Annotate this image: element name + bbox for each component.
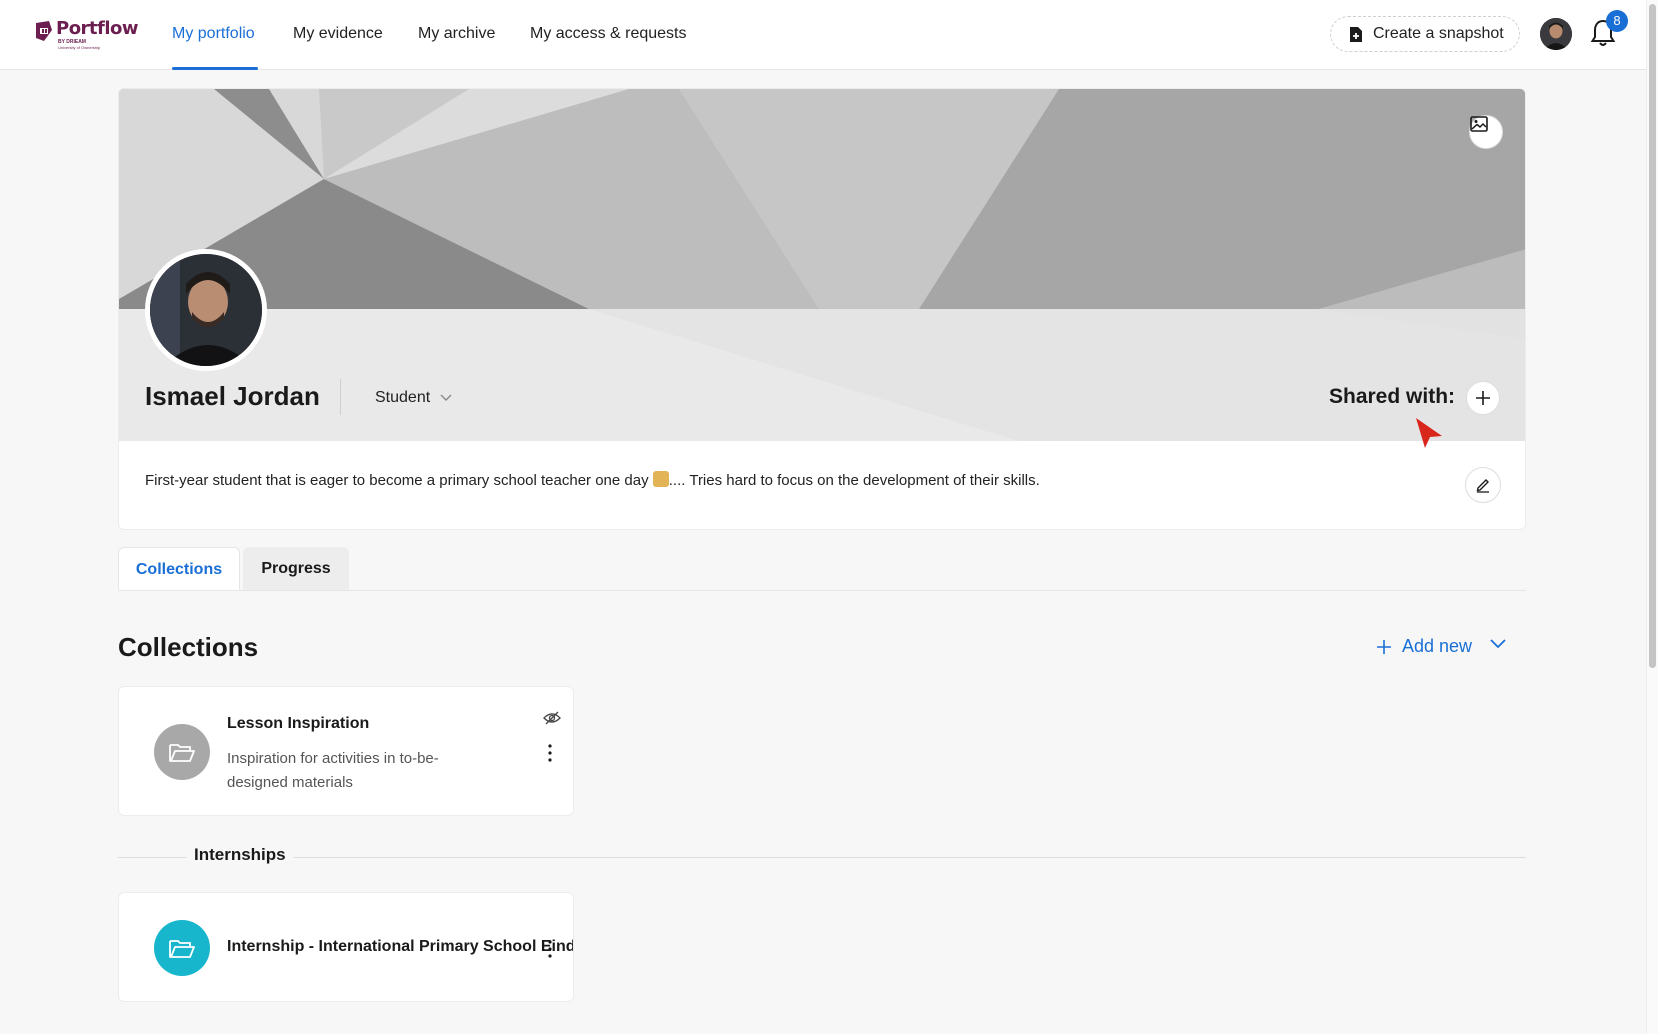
notification-count-badge: 8 bbox=[1606, 10, 1628, 32]
add-new-button[interactable]: Add new bbox=[1376, 636, 1472, 657]
active-nav-indicator bbox=[172, 67, 258, 70]
nav-my-archive[interactable]: My archive bbox=[418, 25, 495, 43]
profile-photo bbox=[150, 254, 262, 366]
add-new-label: Add new bbox=[1402, 636, 1473, 656]
profile-bio-text: First-year student that is eager to beco… bbox=[145, 472, 649, 489]
page-scrollbar-thumb[interactable] bbox=[1649, 4, 1656, 668]
tab-progress[interactable]: Progress bbox=[243, 547, 349, 591]
more-vertical-icon[interactable] bbox=[547, 743, 553, 763]
nav-my-portfolio[interactable]: My portfolio bbox=[172, 25, 255, 43]
plus-icon bbox=[1476, 391, 1490, 405]
tab-collections[interactable]: Collections bbox=[118, 547, 240, 591]
image-icon bbox=[1470, 116, 1488, 132]
folder-badge bbox=[154, 920, 210, 976]
name-divider bbox=[340, 379, 341, 415]
group-divider bbox=[118, 857, 1526, 858]
nav-my-access-requests[interactable]: My access & requests bbox=[530, 25, 687, 43]
collection-title: Lesson Inspiration bbox=[227, 715, 370, 732]
banner-image bbox=[119, 89, 1525, 441]
top-navigation: Portflow BY DRIEAM University of Ownersh… bbox=[0, 0, 1646, 70]
brand-subtagline: University of Ownership bbox=[58, 45, 101, 50]
user-avatar-image bbox=[1540, 18, 1572, 50]
collection-title: Internship - International Primary Schoo… bbox=[227, 938, 574, 955]
tab-divider bbox=[118, 590, 1526, 591]
profile-banner bbox=[119, 89, 1525, 441]
edit-bio-button[interactable] bbox=[1465, 467, 1501, 503]
profile-avatar[interactable] bbox=[145, 249, 267, 371]
user-avatar[interactable] bbox=[1540, 18, 1572, 50]
chevron-down-icon[interactable] bbox=[1490, 638, 1506, 650]
mouse-pointer-icon bbox=[1416, 418, 1442, 448]
eye-off-icon[interactable] bbox=[543, 711, 561, 725]
brand-name: Portflow bbox=[56, 18, 139, 39]
profile-card: Ismael Jordan Student Shared with: First… bbox=[118, 88, 1526, 530]
folder-open-icon bbox=[169, 744, 195, 762]
group-label-internships: Internships bbox=[186, 845, 294, 865]
portflow-logo-mark-icon bbox=[36, 21, 52, 41]
profile-name: Ismael Jordan bbox=[145, 381, 320, 411]
profile-bio: First-year student that is eager to beco… bbox=[145, 471, 1040, 489]
role-select[interactable]: Student bbox=[375, 389, 452, 407]
role-value: Student bbox=[375, 389, 431, 406]
teacher-emoji-icon bbox=[652, 471, 669, 487]
folder-badge bbox=[154, 724, 210, 780]
portflow-logo[interactable]: Portflow BY DRIEAM University of Ownersh… bbox=[34, 18, 139, 50]
create-snapshot-label: Create a snapshot bbox=[1373, 25, 1504, 42]
collections-heading: Collections bbox=[118, 632, 259, 662]
plus-icon bbox=[1377, 639, 1391, 654]
more-vertical-icon[interactable] bbox=[547, 939, 553, 959]
profile-bio-suffix: .... Tries hard to focus on the developm… bbox=[668, 472, 1040, 489]
collection-description: Inspiration for activities in to-be-desi… bbox=[227, 750, 439, 791]
pencil-icon bbox=[1476, 479, 1489, 493]
add-shared-user-button[interactable] bbox=[1466, 381, 1500, 415]
folder-open-icon bbox=[169, 940, 195, 958]
collection-card-internship[interactable]: Internship - International Primary Schoo… bbox=[118, 892, 574, 1002]
nav-my-evidence[interactable]: My evidence bbox=[293, 25, 383, 43]
shared-with-label: Shared with: bbox=[1329, 385, 1456, 408]
collection-card-lesson-inspiration[interactable]: Lesson Inspiration Inspiration for activ… bbox=[118, 686, 574, 816]
change-banner-button[interactable] bbox=[1469, 115, 1503, 149]
create-snapshot-button[interactable]: Create a snapshot bbox=[1330, 16, 1520, 52]
chevron-down-icon bbox=[440, 394, 452, 401]
file-plus-icon bbox=[1350, 26, 1362, 42]
